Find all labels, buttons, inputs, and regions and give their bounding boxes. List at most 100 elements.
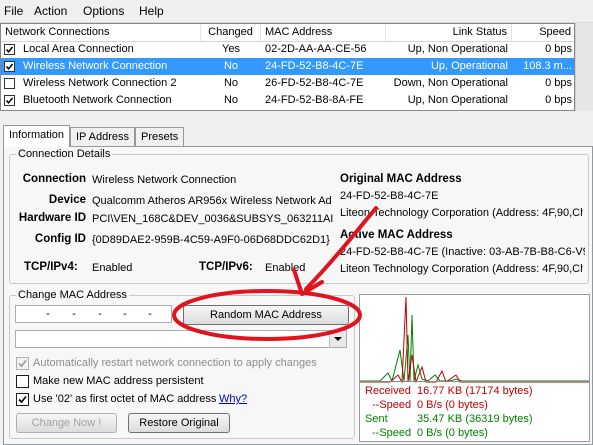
- received-speed-value: 0 B/s (0 bytes): [417, 399, 488, 411]
- hardware-id-label: Hardware ID: [18, 212, 86, 224]
- table-cell: 24-FD-52-B8-4C-7E: [265, 60, 364, 72]
- received-speed-label: --Speed: [372, 399, 412, 411]
- auto-restart-label: Automatically restart network connection…: [33, 357, 317, 369]
- traffic-graph: Received 16.77 KB (17174 bytes) --Speed …: [359, 294, 590, 442]
- active-mac-vendor: Liteon Technology Corporation (Address: …: [340, 263, 583, 275]
- table-row[interactable]: Bluetooth Network Connection No 24-FD-52-B…: [1, 92, 574, 109]
- table-cell: Local Area Connection: [23, 43, 134, 55]
- table-cell: Up, Non Operational: [407, 94, 508, 106]
- random-mac-button[interactable]: Random MAC Address: [183, 305, 349, 325]
- row-checkbox[interactable]: [4, 61, 15, 72]
- active-mac-title: Active MAC Address: [340, 229, 453, 241]
- change-mac-title: Change MAC Address: [18, 289, 127, 301]
- use-02-label: Use '02' as first octet of MAC address: [33, 393, 217, 405]
- mac-separator: -: [72, 308, 76, 320]
- sent-value: 35.47 KB (36319 bytes): [417, 413, 533, 425]
- tab-presets[interactable]: Presets: [135, 127, 185, 146]
- menu-file[interactable]: File: [4, 4, 23, 18]
- list-header: Network Connections Changed MAC Address …: [1, 24, 574, 42]
- row-checkbox[interactable]: [4, 78, 15, 89]
- auto-restart-checkbox[interactable]: [16, 357, 29, 370]
- menu-action[interactable]: Action: [34, 4, 67, 18]
- table-cell: 24-FD-52-B8-8A-FE: [265, 94, 364, 106]
- hardware-id-value: PCI\VEN_168C&DEV_0036&SUBSYS_063211AI: [92, 213, 333, 225]
- mac-separator: -: [123, 308, 127, 320]
- connection-value: Wireless Network Connection: [92, 174, 237, 186]
- change-now-button[interactable]: Change Now !: [16, 413, 117, 433]
- dropdown-button[interactable]: [329, 331, 346, 347]
- mac-separator: -: [46, 308, 50, 320]
- config-id-value: {0D89DAE2-959B-4C59-A9F0-06D68DDC62D1}: [92, 234, 330, 246]
- device-label: Device: [48, 194, 86, 206]
- use-02-checkbox[interactable]: [16, 393, 29, 406]
- table-cell: Down, Non Operational: [393, 77, 508, 89]
- mac-separator: -: [98, 308, 102, 320]
- connection-label: Connection: [22, 173, 86, 185]
- active-mac-value: 24-FD-52-B8-4C-7E (Inactive: 03-AB-7B-B8…: [340, 246, 585, 258]
- received-label: Received: [365, 385, 411, 397]
- why-link[interactable]: Why?: [219, 393, 247, 405]
- original-mac-vendor: Liteon Technology Corporation (Address: …: [340, 207, 583, 219]
- checkmark-icon: [18, 395, 27, 404]
- table-cell: No: [223, 60, 239, 72]
- col-changed[interactable]: Changed: [201, 24, 261, 41]
- persistent-checkbox[interactable]: [16, 375, 29, 388]
- table-cell: No: [223, 77, 239, 89]
- checkmark-icon: [5, 97, 14, 104]
- vendor-select[interactable]: [15, 330, 347, 348]
- original-mac-value: 24-FD-52-B8-4C-7E: [340, 190, 439, 202]
- menu-help[interactable]: Help: [139, 4, 164, 18]
- chevron-down-icon: [334, 337, 342, 341]
- mac-separator: -: [148, 308, 152, 320]
- connections-list[interactable]: Network Connections Changed MAC Address …: [0, 23, 575, 111]
- random-mac-label: Random MAC Address: [210, 309, 322, 321]
- restore-original-button[interactable]: Restore Original: [128, 413, 230, 433]
- device-value: Qualcomm Atheros AR956x Wireless Network…: [92, 195, 332, 207]
- table-cell: 0 bps: [545, 94, 572, 106]
- table-cell: No: [223, 94, 239, 106]
- sent-speed-label: --Speed: [372, 427, 412, 439]
- checkmark-icon: [18, 359, 27, 368]
- persistent-label: Make new MAC address persistent: [33, 375, 204, 387]
- menu-options[interactable]: Options: [83, 4, 124, 18]
- table-cell: Wireless Network Connection 2: [23, 77, 177, 89]
- connection-details-title: Connection Details: [18, 148, 111, 160]
- tcp-ipv6-label: TCP/IPv6:: [199, 261, 253, 273]
- sent-series-line: [360, 314, 589, 383]
- received-value: 16.77 KB (17174 bytes): [417, 385, 533, 397]
- col-mac-address[interactable]: MAC Address: [261, 24, 386, 41]
- restore-original-label: Restore Original: [139, 417, 219, 429]
- table-row[interactable]: Local Area Connection Yes 02-2D-AA-AA-CE-5…: [1, 41, 574, 58]
- menu-bar: File Action Options Help: [0, 0, 593, 23]
- sent-label: Sent: [365, 413, 388, 425]
- table-row[interactable]: Wireless Network Connection No 24-FD-52-B8…: [1, 58, 574, 75]
- table-cell: Wireless Network Connection: [23, 60, 168, 72]
- table-row[interactable]: Wireless Network Connection 2 No 26-FD-52-…: [1, 75, 574, 92]
- table-cell: 0 bps: [545, 77, 572, 89]
- tcp-ipv6-value: Enabled: [265, 262, 306, 274]
- list-scrollbar[interactable]: [575, 23, 593, 111]
- table-cell: Up, Operational: [430, 60, 508, 72]
- tab-ip-address[interactable]: IP Address: [70, 127, 135, 146]
- received-series-line: [360, 296, 589, 383]
- col-network-connections[interactable]: Network Connections: [1, 24, 201, 41]
- table-cell: 26-FD-52-B8-4C-7E: [265, 77, 364, 89]
- original-mac-title: Original MAC Address: [340, 173, 462, 185]
- col-link-status[interactable]: Link Status: [386, 24, 512, 41]
- row-checkbox[interactable]: [4, 44, 15, 55]
- table-cell: Bluetooth Network Connection: [23, 94, 172, 106]
- table-cell: Up, Non Operational: [407, 43, 508, 55]
- table-cell: Yes: [222, 43, 240, 55]
- sent-speed-value: 0 B/s (0 bytes): [417, 427, 488, 439]
- checkmark-icon: [5, 46, 14, 53]
- traffic-chart: [360, 296, 589, 383]
- config-id-label: Config ID: [34, 233, 86, 245]
- tcp-ipv4-value: Enabled: [92, 262, 133, 274]
- tcp-ipv4-label: TCP/IPv4:: [24, 261, 78, 273]
- table-cell: 108.3 m...: [523, 60, 572, 72]
- tab-information[interactable]: Information: [3, 125, 71, 147]
- change-now-label: Change Now !: [31, 417, 102, 429]
- table-cell: 02-2D-AA-AA-CE-56: [265, 43, 367, 55]
- row-checkbox[interactable]: [4, 95, 15, 106]
- col-speed[interactable]: Speed: [512, 24, 574, 41]
